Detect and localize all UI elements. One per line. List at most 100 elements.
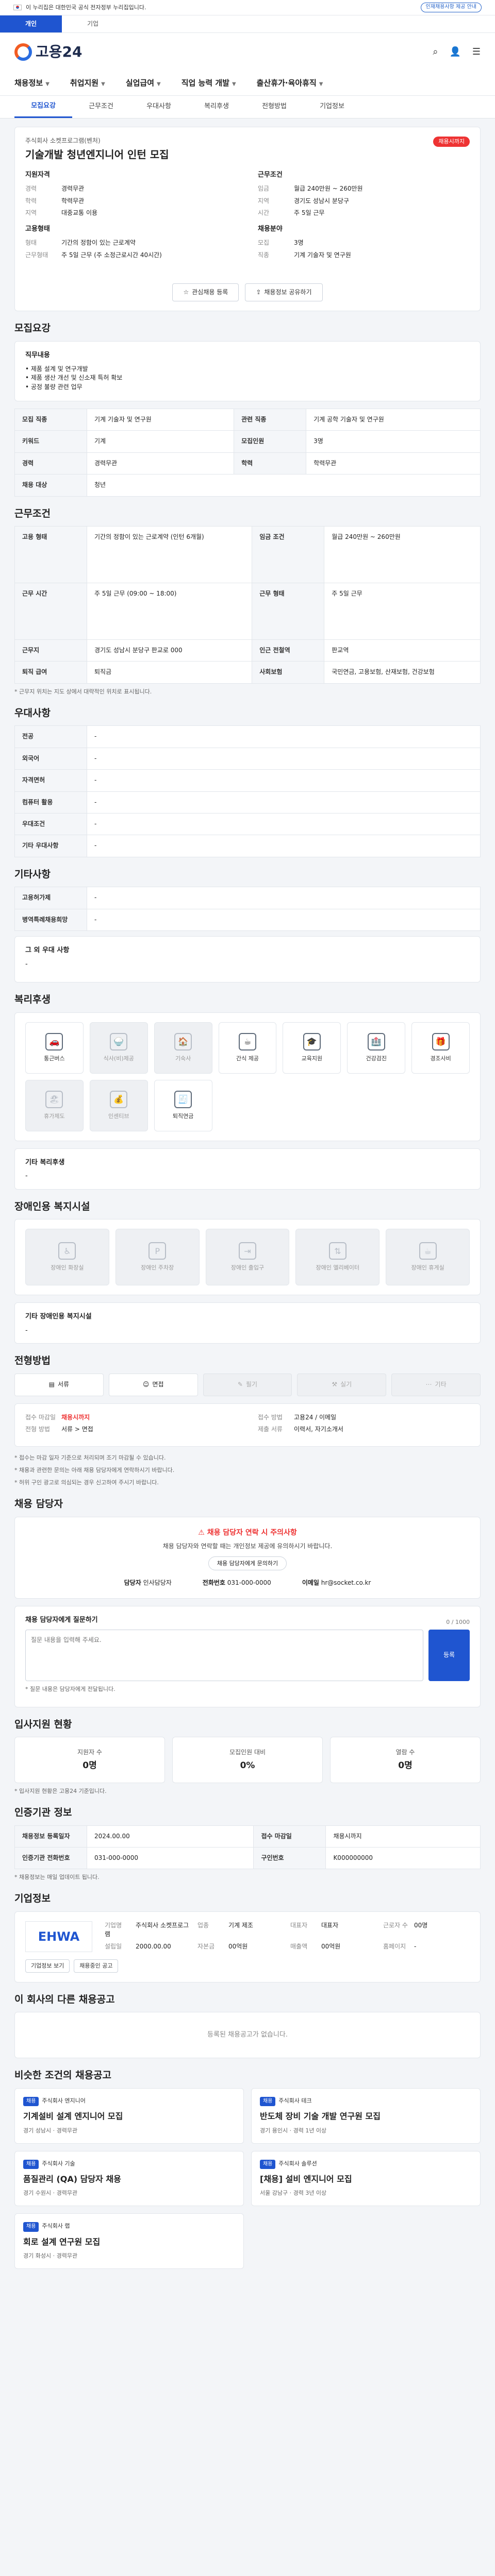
company-card: EHWA 기업명 주식회사 소켓프로그램 업종 기계 제조 대표자 대표자 근로자 수… bbox=[14, 1911, 481, 1982]
tab-personal[interactable]: 개인 bbox=[0, 15, 62, 32]
stat-card: 지원자 수 0명 bbox=[14, 1737, 165, 1784]
logo-icon bbox=[14, 43, 32, 61]
chevron-down-icon: ▼ bbox=[45, 81, 50, 87]
employment-heading: 고용형태 bbox=[25, 225, 50, 233]
recommend-item[interactable]: 채용 주식회사 솔루션 [채용] 설비 엔지니어 모집 서울 강남구 · 경력 3년 … bbox=[251, 2150, 481, 2207]
method-practical: ⚒ 실기 bbox=[297, 1373, 387, 1396]
lounge-icon: ☕ bbox=[419, 1242, 437, 1260]
condition-heading: 근무조건 bbox=[258, 171, 283, 179]
education-icon: 🎓 bbox=[303, 1032, 321, 1050]
chevron-down-icon: ▼ bbox=[319, 81, 323, 87]
gnb-item[interactable]: 취업지원 ▼ bbox=[70, 78, 105, 89]
contact-info: 담당자 인사담당자 전화번호 031-000-0000 이메일 hr@socke… bbox=[124, 1579, 371, 1587]
inquiry-submit-button[interactable]: 등록 bbox=[428, 1629, 470, 1681]
section-tab[interactable]: 복리후생 bbox=[188, 96, 245, 118]
parking-icon: P bbox=[148, 1242, 167, 1260]
pref-table: 전공 - 외국어 - 자격면허 - 컴퓨터 활용 - 우대조건 - 기타 우대사항 - bbox=[14, 725, 481, 857]
user-icon[interactable]: 👤 bbox=[449, 45, 460, 59]
company-title: 기업정보 bbox=[14, 1893, 51, 1905]
similar-empty: 등록된 채용공고가 없습니다. bbox=[14, 2012, 481, 2059]
gnb: 채용정보 ▼ 취업지원 ▼ 실업급여 ▼ 직업 능력 개발 ▼ 출산휴가·육아휴직 ▼ bbox=[0, 71, 495, 96]
qualification-heading: 지원자격 bbox=[25, 171, 50, 179]
company-logo: EHWA bbox=[25, 1921, 92, 1952]
share-job-button[interactable]: ⇪ 채용정보 공유하기 bbox=[245, 283, 323, 302]
welfare-item: 🎓 교육지원 bbox=[283, 1022, 341, 1074]
disabled-grid: ♿ 장애인 화장실 P 장애인 주차장 ⇥ 장애인 출입구 ⇅ 장애인 엘리베이터 ☕ 장… bbox=[25, 1229, 470, 1286]
elevator-icon: ⇅ bbox=[328, 1242, 346, 1260]
vacation-icon: 🏖 bbox=[45, 1090, 63, 1108]
inquiry-input[interactable] bbox=[25, 1629, 423, 1681]
disabled-card: ♿ 장애인 화장실 P 장애인 주차장 ⇥ 장애인 출입구 ⇅ 장애인 엘리베이터 ☕ 장… bbox=[14, 1219, 481, 1296]
page: 이 누리집은 대한민국 공식 전자정부 누리집입니다. 인재채용사항 제공 안내… bbox=[0, 0, 495, 2300]
other-detail: 그 외 우대 사항 - bbox=[14, 936, 481, 983]
gov-text: 이 누리집은 대한민국 공식 전자정부 누리집입니다. bbox=[26, 4, 146, 11]
contact-ask-button[interactable]: 채용 담당자에게 문의하기 bbox=[208, 1556, 287, 1571]
recommend-item[interactable]: 채용 주식회사 테크 반도체 장비 기술 개발 연구원 모집 경기 용인시 · 경력 … bbox=[251, 2088, 481, 2144]
section-tab[interactable]: 기업정보 bbox=[303, 96, 361, 118]
pension-icon: 🧾 bbox=[174, 1090, 192, 1108]
applicant-stats: 지원자 수 0명 모집인원 대비 0% 열람 수 0명 bbox=[14, 1737, 481, 1784]
interview-icon: ☺ bbox=[142, 1380, 150, 1388]
section-tab[interactable]: 우대사항 bbox=[130, 96, 188, 118]
bus-icon: 🚗 bbox=[45, 1032, 63, 1050]
tool-icon: ⚒ bbox=[332, 1380, 338, 1388]
pen-icon: ✎ bbox=[237, 1380, 243, 1388]
job-summary: 주식회사 소켓프로그램(벤처) 기술개발 청년엔지니어 인턴 모집 채용시까지 … bbox=[14, 127, 481, 312]
share-icon: ⇪ bbox=[256, 289, 261, 296]
menu-icon[interactable]: ☰ bbox=[472, 45, 481, 59]
job-description-text: • 제품 설계 및 연구개발 • 제품 생산 개선 및 신소재 특허 확보 • … bbox=[25, 365, 123, 391]
tab-company[interactable]: 기업 bbox=[62, 15, 124, 32]
gnb-item[interactable]: 실업급여 ▼ bbox=[126, 78, 161, 89]
welfare-item: 🚗 통근버스 bbox=[25, 1022, 84, 1074]
apply-detail: 접수 마감일 채용시까지 전형 방법 서류 > 면접 접수 방법 고용24 / 이메일… bbox=[14, 1403, 481, 1447]
document-icon: ▤ bbox=[48, 1380, 55, 1388]
warning-icon: ⚠ bbox=[198, 1528, 207, 1537]
disabled-other: 기타 장애인용 복지시설 - bbox=[14, 1302, 481, 1344]
warning-text: ⚠ 채용 담당자 연락 시 주의사항 bbox=[198, 1528, 297, 1537]
welfare-grid: 🚗 통근버스 🍚 식사(비)제공 🏠 기숙사 ☕ 간식 제공 🎓 교육지원 🏥 건강검진 🎁… bbox=[25, 1022, 470, 1131]
snack-icon: ☕ bbox=[238, 1032, 256, 1050]
contact-title: 채용 담당자 bbox=[14, 1498, 63, 1510]
method-written: ✎ 필기 bbox=[203, 1373, 292, 1396]
meal-icon: 🍚 bbox=[110, 1032, 128, 1050]
company-name[interactable]: 주식회사 소켓프로그램(벤처) bbox=[25, 137, 470, 145]
recruit-table: 모집 직종 기계 기술자 및 연구원 관련 직종 기계 공학 기술자 및 연구원 키워… bbox=[14, 408, 481, 497]
chevron-down-icon: ▼ bbox=[101, 81, 105, 87]
section-tabs: 모집요강 근무조건 우대사항 복리후생 전형방법 기업정보 bbox=[0, 96, 495, 118]
disabled-title: 장애인용 복지시설 bbox=[14, 1200, 90, 1212]
company-info-button[interactable]: 기업정보 보기 bbox=[25, 1959, 70, 1973]
restroom-icon: ♿ bbox=[58, 1242, 76, 1260]
gift-icon: 🎁 bbox=[432, 1032, 450, 1050]
logo[interactable]: 고용24 bbox=[14, 42, 82, 63]
section-tab[interactable]: 근무조건 bbox=[72, 96, 130, 118]
contact-box: ⚠ 채용 담당자 연락 시 주의사항 채용 담당자와 연락할 때는 개인정보 제… bbox=[14, 1516, 481, 1599]
method-document: ▤ 서류 bbox=[14, 1373, 104, 1396]
recommend-item[interactable]: 채용 주식회사 엔지니어 기계설비 설계 엔지니어 모집 경기 성남시 · 경력무관 bbox=[14, 2088, 244, 2144]
work-table: 고용 형태 기간의 정함이 있는 근로계약 (인턴 6개월) 임금 조건 월급 240… bbox=[14, 526, 481, 684]
header-icons: ⌕ 👤 ☰ bbox=[433, 45, 481, 59]
gnb-item[interactable]: 출산휴가·육아휴직 ▼ bbox=[257, 78, 323, 89]
welfare-item: 🎁 경조사비 bbox=[411, 1022, 470, 1074]
recommend-item[interactable]: 채용 주식회사 랩 회로 설계 연구원 모집 경기 화성시 · 경력무관 bbox=[14, 2213, 244, 2269]
gnb-item[interactable]: 채용정보 ▼ bbox=[14, 78, 50, 89]
method-etc: ⋯ 기타 bbox=[391, 1373, 481, 1396]
gov-chip[interactable]: 인재채용사항 제공 안내 bbox=[420, 3, 482, 12]
health-icon: 🏥 bbox=[367, 1032, 385, 1050]
chevron-down-icon: ▼ bbox=[157, 81, 161, 87]
recommend-item[interactable]: 채용 주식회사 기술 품질관리 (QA) 담당자 채용 경기 수원시 · 경력무관 bbox=[14, 2150, 244, 2207]
field-heading: 채용분야 bbox=[258, 225, 283, 233]
company-jobs-button[interactable]: 채용중인 공고 bbox=[74, 1959, 119, 1973]
house-icon: 🏠 bbox=[174, 1032, 192, 1050]
other-table: 고용허가제 - 병역특례채용희망 - bbox=[14, 887, 481, 931]
section-tab[interactable]: 모집요강 bbox=[14, 96, 72, 118]
recommend-list: 채용 주식회사 엔지니어 기계설비 설계 엔지니어 모집 경기 성남시 · 경력무관 … bbox=[14, 2088, 481, 2269]
recruit-title: 모집요강 bbox=[14, 323, 51, 334]
section-tab[interactable]: 전형방법 bbox=[245, 96, 303, 118]
more-icon: ⋯ bbox=[425, 1380, 432, 1388]
gnb-item[interactable]: 직업 능력 개발 ▼ bbox=[182, 78, 236, 89]
welfare-card: 🚗 통근버스 🍚 식사(비)제공 🏠 기숙사 ☕ 간식 제공 🎓 교육지원 🏥 건강검진 🎁… bbox=[14, 1012, 481, 1141]
star-icon: ☆ bbox=[183, 289, 189, 296]
search-icon[interactable]: ⌕ bbox=[433, 45, 438, 59]
save-job-button[interactable]: ☆ 관심채용 등록 bbox=[172, 283, 239, 302]
reg-title: 인증기관 정보 bbox=[14, 1807, 72, 1819]
